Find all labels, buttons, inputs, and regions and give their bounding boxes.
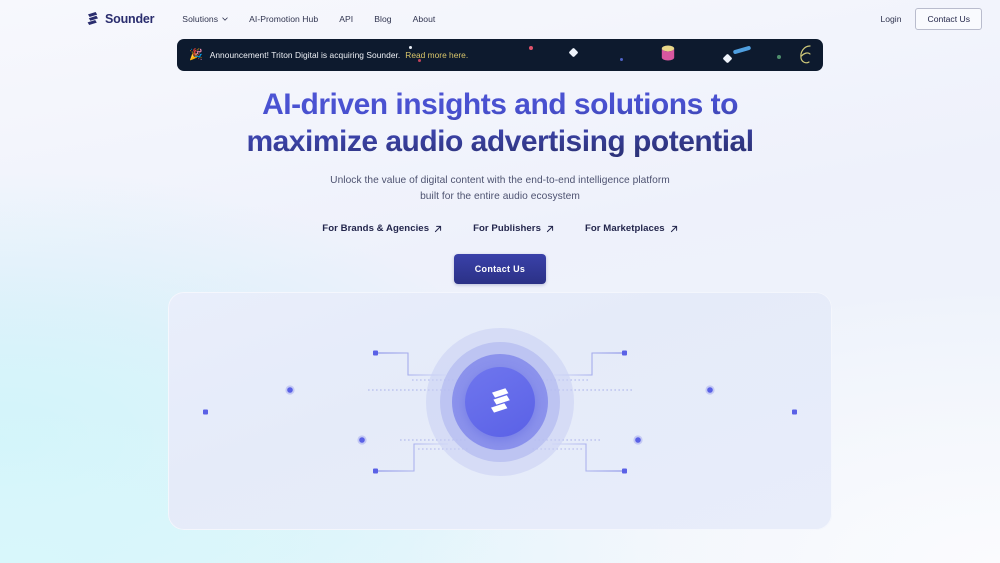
confetti-dot (777, 55, 781, 59)
arrow-up-right-icon (434, 225, 442, 232)
headline-line-2: maximize audio advertising potential (246, 125, 754, 158)
confetti-diamond (568, 47, 579, 58)
announcement-banner[interactable]: 🎉 Announcement! Triton Digital is acquir… (177, 39, 823, 71)
audience-link-label: For Brands & Agencies (322, 223, 430, 234)
sounder-logo-mark-icon (491, 388, 510, 413)
chevron-down-icon (222, 17, 228, 21)
confetti-swirl (795, 43, 815, 67)
contact-us-cta-button[interactable]: Contact Us (453, 254, 547, 284)
announcement-text: Announcement! Triton Digital is acquirin… (209, 50, 401, 60)
arrow-up-right-icon (546, 225, 554, 232)
link-for-marketplaces[interactable]: For Marketplaces (585, 223, 678, 234)
nav-item-ai-promotion-hub[interactable]: AI-Promotion Hub (249, 14, 318, 24)
link-for-brands-and-agencies[interactable]: For Brands & Agencies (322, 223, 442, 234)
brand-logo[interactable]: Sounder (86, 11, 154, 28)
nav-item-label: Solutions (182, 14, 219, 24)
hero-visual-card (168, 292, 832, 530)
link-for-publishers[interactable]: For Publishers (473, 223, 554, 234)
subhead-line-2: built for the entire audio ecosystem (420, 190, 580, 202)
read-more-link[interactable]: Read more here. (405, 50, 468, 60)
top-navigation: Sounder Solutions AI-Promotion Hub API B… (0, 0, 1000, 38)
sounder-logo-icon (87, 11, 98, 25)
confetti-dot (409, 46, 412, 49)
confetti-cylinder (660, 44, 676, 63)
confetti-stick (733, 41, 751, 54)
login-link[interactable]: Login (880, 14, 901, 24)
nav-links: Solutions AI-Promotion Hub API Blog Abou… (182, 14, 435, 24)
subhead-line-1: Unlock the value of digital content with… (330, 175, 670, 186)
confetti-dot (529, 46, 533, 50)
party-popper-icon: 🎉 (189, 48, 203, 61)
nav-actions: Login Contact Us (880, 7, 982, 31)
confetti-dot (620, 58, 623, 61)
central-orb-graphic (426, 328, 574, 476)
confetti-diamond (722, 53, 733, 64)
nav-item-blog[interactable]: Blog (374, 14, 391, 24)
audience-links: For Brands & Agencies For Publishers For… (0, 223, 1000, 234)
nav-item-api[interactable]: API (339, 14, 353, 24)
cta-container: Contact Us (0, 254, 1000, 284)
brand-name: Sounder (105, 12, 155, 26)
headline-line-1: AI-driven insights and solutions to (262, 88, 738, 121)
audience-link-label: For Marketplaces (584, 223, 665, 234)
nav-item-solutions[interactable]: Solutions (182, 14, 228, 24)
nav-item-about[interactable]: About (413, 14, 436, 24)
audience-link-label: For Publishers (473, 223, 541, 234)
hero-section: AI-driven insights and solutions to maxi… (0, 86, 1000, 284)
arrow-up-right-icon (670, 225, 677, 232)
contact-us-nav-button[interactable]: Contact Us (915, 7, 982, 31)
hero-subheading: Unlock the value of digital content with… (0, 173, 1000, 204)
page-title: AI-driven insights and solutions to maxi… (0, 86, 1000, 160)
